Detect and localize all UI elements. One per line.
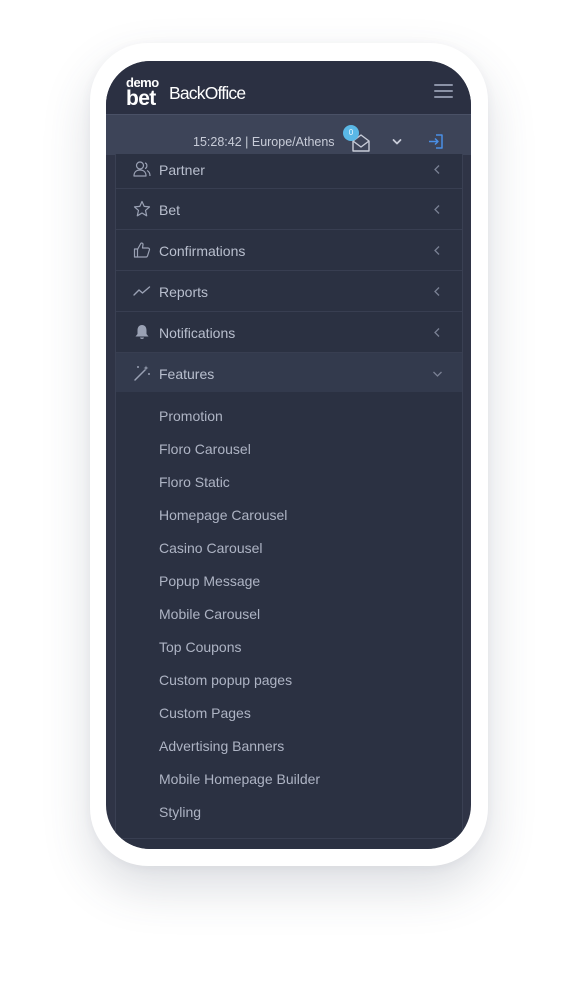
bell-icon	[133, 323, 151, 341]
chevron-down-icon	[432, 370, 443, 378]
partner-icon	[133, 160, 151, 178]
hamburger-menu-icon[interactable]	[434, 84, 453, 98]
chevron-down-icon[interactable]	[391, 137, 403, 147]
thumbs-up-icon	[133, 241, 151, 259]
sidebar-item-features[interactable]: Features	[116, 353, 462, 392]
features-submenu: Promotion Floro Carousel Floro Static Ho…	[116, 392, 462, 831]
chevron-left-icon	[433, 327, 441, 338]
sidebar-item-reports[interactable]: Reports	[116, 271, 462, 312]
top-bar: 15:28:42 | Europe/Athens 0	[106, 114, 471, 155]
submenu-item-promotion[interactable]: Promotion	[116, 402, 462, 435]
submenu-item-floro-static[interactable]: Floro Static	[116, 468, 462, 501]
logout-icon[interactable]	[427, 133, 444, 150]
sidebar-item-bet[interactable]: Bet	[116, 189, 462, 230]
sidebar-item-label: Features	[159, 366, 215, 382]
submenu-item-mobile-homepage-builder[interactable]: Mobile Homepage Builder	[116, 765, 462, 798]
magic-wand-icon	[133, 364, 151, 382]
chevron-left-icon	[433, 245, 441, 256]
chevron-left-icon	[433, 286, 441, 297]
sidebar-item-label: Reports	[159, 284, 209, 300]
submenu-item-top-coupons[interactable]: Top Coupons	[116, 633, 462, 666]
star-icon	[133, 200, 151, 218]
sidebar-item-label: Notifications	[159, 325, 236, 341]
submenu-item-custom-pages[interactable]: Custom Pages	[116, 699, 462, 732]
submenu-item-casino-carousel[interactable]: Casino Carousel	[116, 534, 462, 567]
mail-count-badge: 0	[343, 125, 359, 141]
sidebar-item-label: Bet	[159, 202, 181, 218]
chart-line-icon	[133, 282, 151, 300]
sidebar-menu: Partner Bet Confirmations Reports Notifi…	[115, 154, 463, 849]
logo-backoffice: BackOffice	[169, 83, 246, 103]
chevron-left-icon	[433, 204, 441, 215]
submenu-item-floro-carousel[interactable]: Floro Carousel	[116, 435, 462, 468]
submenu-item-popup-message[interactable]: Popup Message	[116, 567, 462, 600]
chevron-left-icon	[433, 164, 441, 175]
sidebar-item-label: Partner	[159, 162, 205, 178]
menu-divider	[116, 838, 462, 839]
sidebar-item-partner[interactable]: Partner	[116, 154, 462, 189]
submenu-item-styling[interactable]: Styling	[116, 798, 462, 831]
app-header: demo bet BackOffice	[106, 61, 471, 114]
logo-bet: bet	[126, 87, 156, 110]
submenu-item-advertising-banners[interactable]: Advertising Banners	[116, 732, 462, 765]
sidebar-item-notifications[interactable]: Notifications	[116, 312, 462, 353]
submenu-item-custom-popup-pages[interactable]: Custom popup pages	[116, 666, 462, 699]
sidebar-item-confirmations[interactable]: Confirmations	[116, 230, 462, 271]
phone-screen: demo bet BackOffice 15:28:42 | Europe/At…	[106, 61, 471, 849]
submenu-item-mobile-carousel[interactable]: Mobile Carousel	[116, 600, 462, 633]
sidebar-item-label: Confirmations	[159, 243, 246, 259]
server-clock: 15:28:42 | Europe/Athens	[193, 135, 335, 149]
submenu-item-homepage-carousel[interactable]: Homepage Carousel	[116, 501, 462, 534]
